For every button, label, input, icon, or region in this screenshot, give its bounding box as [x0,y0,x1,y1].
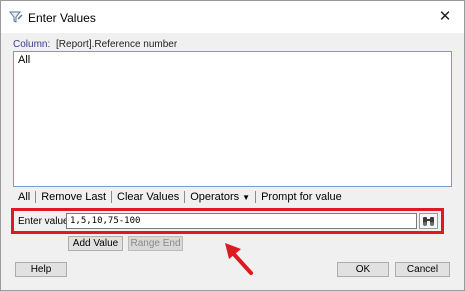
enter-value-input[interactable]: 1,5,10,75-100 [66,213,417,229]
caret-down-icon: ▼ [242,193,251,202]
column-info: Column: [Report].Reference number [13,39,177,50]
window-title: Enter Values [28,11,96,25]
enter-value-highlight: Enter value: 1,5,10,75-100 [11,208,444,234]
add-value-button[interactable]: Add Value [68,236,123,251]
help-button[interactable]: Help [15,262,67,277]
all-button[interactable]: All [13,191,35,203]
clear-values-button[interactable]: Clear Values [112,191,184,203]
values-list[interactable]: All [13,51,452,187]
title-bar: Enter Values ✕ [1,1,464,33]
cancel-button[interactable]: Cancel [395,262,450,277]
enter-value-label: Enter value: [18,216,72,227]
operators-label: Operators [190,191,240,203]
operators-dropdown[interactable]: Operators ▼ [185,191,255,203]
binoculars-glyph [423,217,434,226]
ok-button[interactable]: OK [337,262,389,277]
column-value: [Report].Reference number [56,39,178,50]
enter-values-dialog: Enter Values ✕ Column: [Report].Referenc… [0,0,465,291]
binoculars-icon[interactable] [419,213,438,229]
annotation-arrow-icon [225,243,253,275]
values-list-text: All [18,54,31,66]
range-end-button[interactable]: Range End [128,236,183,251]
values-toolbar: All Remove Last Clear Values Operators ▼ … [13,189,347,205]
funnel-edit-icon [9,11,23,23]
column-label: Column: [13,39,51,50]
remove-last-button[interactable]: Remove Last [36,191,111,203]
prompt-for-value-button[interactable]: Prompt for value [256,191,347,203]
close-icon[interactable]: ✕ [432,5,458,29]
